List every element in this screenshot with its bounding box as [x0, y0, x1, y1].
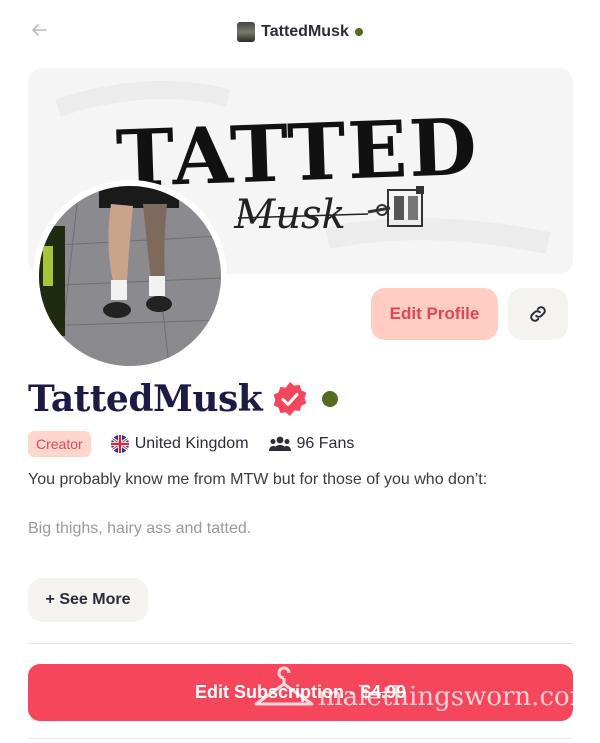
verified-badge-icon: [273, 382, 307, 416]
location-label: United Kingdom: [134, 435, 249, 452]
subscription-label: Edit Subscription -: [194, 682, 355, 702]
avatar-photo: [39, 186, 221, 366]
online-status-dot: [322, 391, 339, 407]
users-icon: [268, 436, 291, 451]
bio-line-1: You probably know me from MTW but for th…: [28, 471, 488, 488]
divider: [28, 643, 573, 644]
bio-line-2: Big thighs, hairy ass and tatted.: [28, 520, 252, 537]
edit-subscription-button[interactable]: Edit Subscription - $4.99: [28, 664, 573, 721]
profile-meta: Creator United Kingdom 96 Fans: [28, 431, 354, 457]
see-more-button[interactable]: + See More: [28, 578, 148, 622]
header-avatar[interactable]: [237, 22, 256, 42]
profile-avatar[interactable]: [33, 180, 227, 372]
link-icon: [530, 306, 546, 322]
fans-label: 96 Fans: [296, 435, 355, 452]
profile-name-row: TattedMusk: [28, 378, 339, 420]
subscription-price: $4.99: [360, 682, 407, 702]
edit-profile-button[interactable]: Edit Profile: [371, 288, 498, 340]
location: United Kingdom: [110, 435, 249, 453]
online-status-dot: [354, 28, 363, 36]
header-title[interactable]: TattedMusk: [261, 23, 349, 41]
top-bar: TattedMusk: [0, 0, 600, 64]
fans-count: 96 Fans: [268, 435, 355, 453]
header-title-group: TattedMusk: [0, 22, 600, 42]
uk-flag-icon: [110, 435, 129, 453]
creator-badge: Creator: [28, 431, 91, 457]
copy-link-button[interactable]: [508, 288, 568, 340]
profile-name: TattedMusk: [28, 378, 263, 420]
divider: [28, 738, 573, 739]
